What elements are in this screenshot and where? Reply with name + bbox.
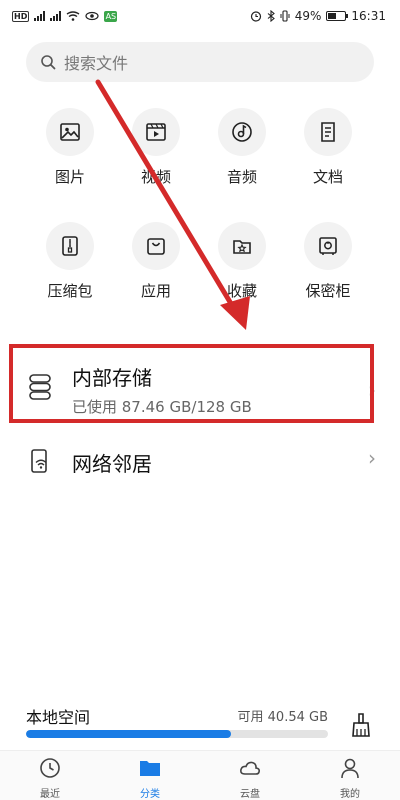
hd-badge: HD (12, 10, 30, 22)
local-space-available: 可用 40.54 GB (237, 710, 328, 725)
category-documents[interactable]: 文档 (288, 108, 368, 187)
clock: 16:31 (351, 9, 386, 23)
battery-icon (326, 11, 349, 21)
favorites-icon (218, 222, 266, 270)
storage-icon (29, 374, 51, 400)
internal-storage-usage: 已使用 87.46 GB/128 GB (72, 398, 252, 416)
cloud-icon (240, 761, 260, 775)
document-icon (304, 108, 352, 156)
folder-icon (140, 761, 160, 776)
search-input[interactable]: 搜索文件 (26, 42, 374, 82)
category-audio[interactable]: 音频 (202, 108, 282, 187)
broom-icon[interactable] (348, 712, 374, 738)
tab-mine[interactable]: 我的 (315, 751, 385, 800)
internal-storage-row[interactable]: 内部存储 已使用 87.46 GB/128 GB › (0, 350, 400, 430)
audio-icon (218, 108, 266, 156)
bluetooth-icon (267, 10, 275, 22)
tab-recent[interactable]: 最近 (15, 751, 85, 800)
tab-label: 分类 (140, 789, 160, 800)
local-space-progress (26, 730, 328, 738)
category-label: 图片 (54, 168, 85, 186)
local-space-title: 本地空间 (26, 708, 91, 727)
category-label: 音频 (226, 168, 257, 186)
category-favorites[interactable]: 收藏 (202, 222, 282, 301)
app-notification-icon: AS (104, 10, 118, 22)
chevron-right-icon: › (368, 446, 376, 470)
safe-icon (304, 222, 352, 270)
person-icon (341, 758, 359, 779)
bottom-nav: 最近 分类 云盘 我的 (0, 750, 400, 800)
category-archives[interactable]: 压缩包 (30, 222, 110, 301)
signal-icon-2 (50, 11, 62, 21)
category-video[interactable]: 视频 (116, 108, 196, 187)
category-images[interactable]: 图片 (30, 108, 110, 187)
search-placeholder: 搜索文件 (64, 54, 129, 73)
status-bar: HD AS 49% 16:31 (0, 0, 400, 32)
app-bag-icon (132, 222, 180, 270)
image-icon (46, 108, 94, 156)
tab-label: 最近 (40, 789, 60, 800)
alarm-icon (250, 11, 261, 22)
internal-storage-title: 内部存储 (72, 366, 152, 390)
eye-icon (85, 11, 99, 21)
vibrate-icon (280, 10, 290, 22)
wifi-icon (66, 11, 80, 21)
tab-label: 云盘 (240, 789, 260, 800)
zip-icon (46, 222, 94, 270)
category-label: 文档 (312, 168, 343, 186)
video-icon (132, 108, 180, 156)
network-neighborhood-row[interactable]: 网络邻居 › (0, 440, 400, 484)
category-label: 保密柜 (305, 282, 351, 300)
battery-level (328, 13, 337, 19)
search-icon (41, 55, 56, 70)
tab-cloud[interactable]: 云盘 (215, 751, 285, 800)
tab-category[interactable]: 分类 (115, 751, 185, 800)
network-device-icon (31, 449, 47, 473)
signal-icon (34, 11, 46, 21)
clock-icon (40, 758, 60, 778)
network-neighborhood-title: 网络邻居 (72, 452, 152, 476)
battery-percent: 49% (294, 9, 322, 23)
category-label: 压缩包 (47, 282, 93, 300)
category-label: 应用 (140, 282, 171, 300)
category-safe[interactable]: 保密柜 (288, 222, 368, 301)
category-label: 收藏 (226, 282, 257, 300)
local-space-section: 本地空间 可用 40.54 GB (0, 698, 400, 750)
category-label: 视频 (140, 168, 171, 186)
tab-label: 我的 (340, 789, 360, 800)
local-space-progress-fill (26, 730, 232, 738)
category-apps[interactable]: 应用 (116, 222, 196, 301)
chevron-right-icon: › (368, 378, 376, 402)
